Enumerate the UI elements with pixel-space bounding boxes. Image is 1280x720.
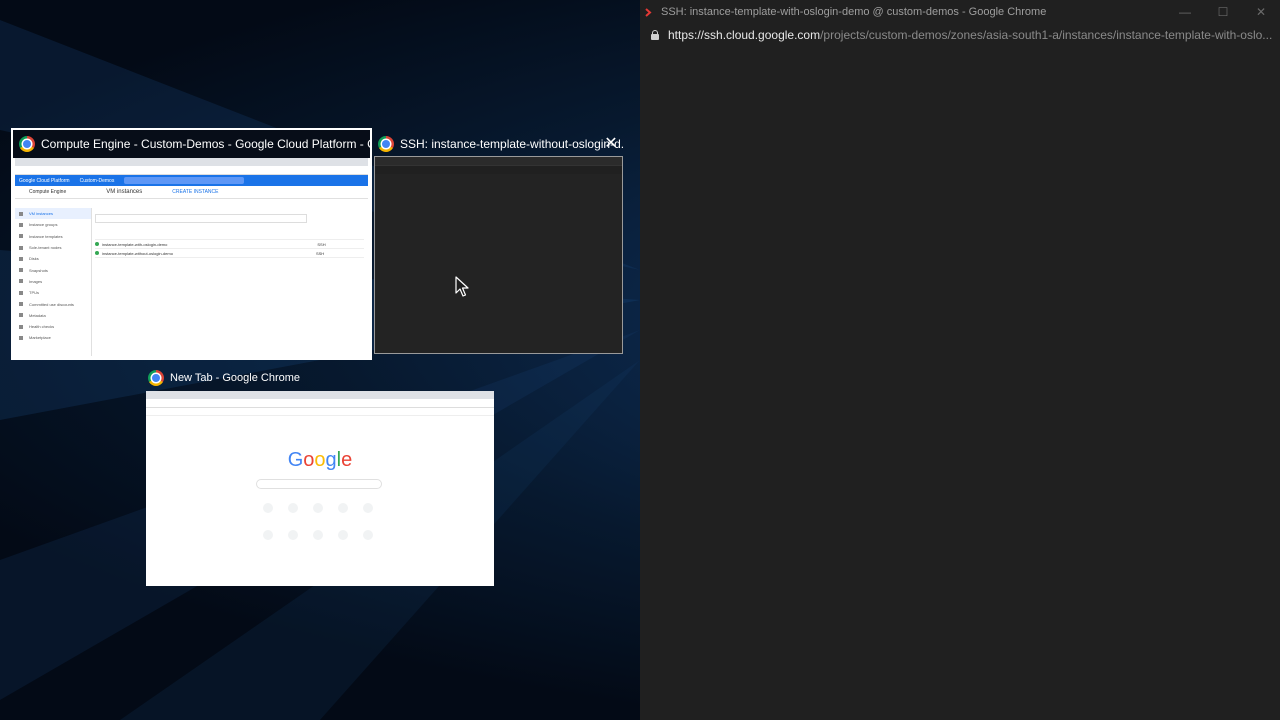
chrome-icon — [148, 370, 164, 386]
thumbnail-title: SSH: instance-template-without-oslogin-d… — [400, 137, 623, 151]
gcp-project: Custom-Demos — [79, 177, 115, 184]
close-button[interactable]: ✕ — [1242, 0, 1280, 24]
shortcut-tiles — [256, 503, 380, 540]
minimize-button[interactable]: — — [1166, 0, 1204, 24]
table-row: instance-template-with-oslogin-demo SSH — [95, 240, 364, 249]
gcp-instances-table: instance-template-with-oslogin-demo SSH i… — [95, 210, 364, 258]
gcp-side-nav: VM instances Instance groups Instance te… — [15, 208, 92, 356]
desktop-wallpaper — [0, 20, 640, 720]
window-titlebar[interactable]: SSH: instance-template-with-oslogin-demo… — [640, 0, 1280, 24]
thumbnail-titlebar: Compute Engine - Custom-Demos - Google C… — [13, 130, 370, 158]
gcp-console-preview: Google Cloud Platform Custom-Demos Compu… — [15, 158, 368, 356]
ssh-terminal-preview — [374, 156, 623, 354]
thumbnail-titlebar: SSH: instance-template-without-oslogin-d… — [374, 130, 623, 158]
snap-thumbnail-new-tab[interactable]: New Tab - Google Chrome Google — [146, 364, 494, 586]
new-tab-preview: Google — [146, 391, 494, 586]
search-box — [256, 479, 382, 489]
gcp-brand: Google Cloud Platform — [19, 177, 70, 184]
address-bar[interactable]: https://ssh.cloud.google.com/projects/cu… — [640, 24, 1280, 46]
ssh-favicon-icon — [645, 8, 652, 17]
thumbnail-title: New Tab - Google Chrome — [170, 372, 301, 384]
snap-thumbnail-ssh-without-oslogin[interactable]: SSH: instance-template-without-oslogin-d… — [374, 130, 623, 354]
snap-thumbnail-compute-engine[interactable]: Compute Engine - Custom-Demos - Google C… — [13, 130, 370, 358]
google-logo: Google — [287, 449, 353, 471]
url-host: https://ssh.cloud.google.com — [668, 28, 821, 42]
url-path: /projects/custom-demos/zones/asia-south1… — [820, 28, 1273, 42]
gcp-create-button: CREATE INSTANCE — [172, 189, 219, 195]
window-controls: — ☐ ✕ — [1166, 0, 1280, 24]
gcp-product: Compute Engine — [29, 189, 67, 195]
mouse-cursor-icon — [455, 276, 469, 297]
close-icon[interactable]: ✕ — [601, 134, 621, 154]
terminal-area[interactable] — [640, 46, 1280, 720]
gcp-page: VM instances — [106, 189, 143, 195]
lock-icon — [651, 30, 659, 40]
chrome-icon — [19, 136, 35, 152]
maximize-button[interactable]: ☐ — [1204, 0, 1242, 24]
ssh-browser-window[interactable]: SSH: instance-template-with-oslogin-demo… — [640, 0, 1280, 720]
chrome-icon — [378, 136, 394, 152]
thumbnail-title: Compute Engine - Custom-Demos - Google C… — [41, 137, 370, 151]
table-row: instance-template-without-oslogin-demo SS… — [95, 249, 364, 258]
thumbnail-titlebar: New Tab - Google Chrome — [146, 364, 494, 392]
gcp-search-bar — [124, 177, 245, 184]
window-title: SSH: instance-template-with-oslogin-demo… — [661, 6, 1047, 18]
